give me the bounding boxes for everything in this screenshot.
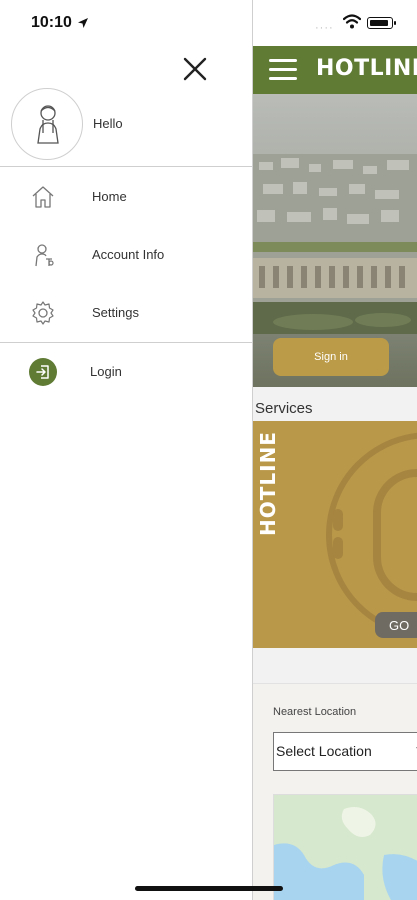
login-icon — [29, 358, 57, 386]
menu-item-home[interactable]: Home — [0, 170, 253, 224]
app-header: HOTLINE — [253, 46, 417, 94]
menu-item-login[interactable]: Login — [0, 345, 253, 399]
hamburger-menu-icon[interactable] — [269, 59, 297, 81]
nearest-location-panel: Nearest Location Select Location — [253, 683, 417, 900]
city-aerial-image — [253, 154, 417, 334]
divider — [0, 342, 253, 343]
sign-in-button[interactable]: Sign in — [273, 338, 389, 376]
services-title: Services — [255, 400, 313, 417]
side-drawer: 10:10 Hello Home Account Info Settings L… — [0, 0, 253, 900]
menu-item-home-label: Home — [92, 189, 127, 204]
map-image — [274, 795, 417, 900]
hotline-service-card[interactable]: HOTLINE GO — [253, 421, 417, 648]
status-time: 10:10 — [31, 14, 72, 31]
wifi-icon — [343, 14, 361, 29]
status-bar-right: ···· — [253, 0, 417, 46]
hero-image: Sign in — [253, 94, 417, 387]
close-icon[interactable] — [181, 55, 209, 83]
go-button[interactable]: GO — [375, 612, 417, 638]
menu-item-settings[interactable]: Settings — [0, 286, 253, 340]
menu-item-settings-label: Settings — [92, 305, 139, 320]
avatar — [11, 88, 83, 160]
header-title: HOTLINE — [316, 56, 417, 81]
signal-icon: ···· — [315, 22, 334, 34]
account-info-icon — [35, 244, 54, 267]
location-map[interactable] — [273, 794, 417, 900]
location-select-value: Select Location — [276, 743, 372, 759]
battery-icon — [367, 17, 396, 29]
location-arrow-icon — [78, 18, 88, 28]
menu-item-login-label: Login — [90, 364, 122, 379]
user-icon — [37, 105, 59, 144]
location-select[interactable]: Select Location — [273, 732, 417, 771]
home-indicator[interactable] — [135, 886, 283, 891]
menu-item-account-info-label: Account Info — [92, 247, 165, 262]
gear-icon — [32, 301, 54, 325]
hotline-card-title: HOTLINE — [256, 431, 280, 536]
home-icon — [32, 186, 54, 208]
divider — [0, 166, 253, 167]
nearest-location-label: Nearest Location — [273, 706, 357, 718]
menu-item-account-info[interactable]: Account Info — [0, 228, 253, 282]
greeting-text: Hello — [93, 116, 123, 131]
main-app-screen: ···· HOTLINE Sign in Services HOTLINE GO… — [253, 0, 417, 900]
